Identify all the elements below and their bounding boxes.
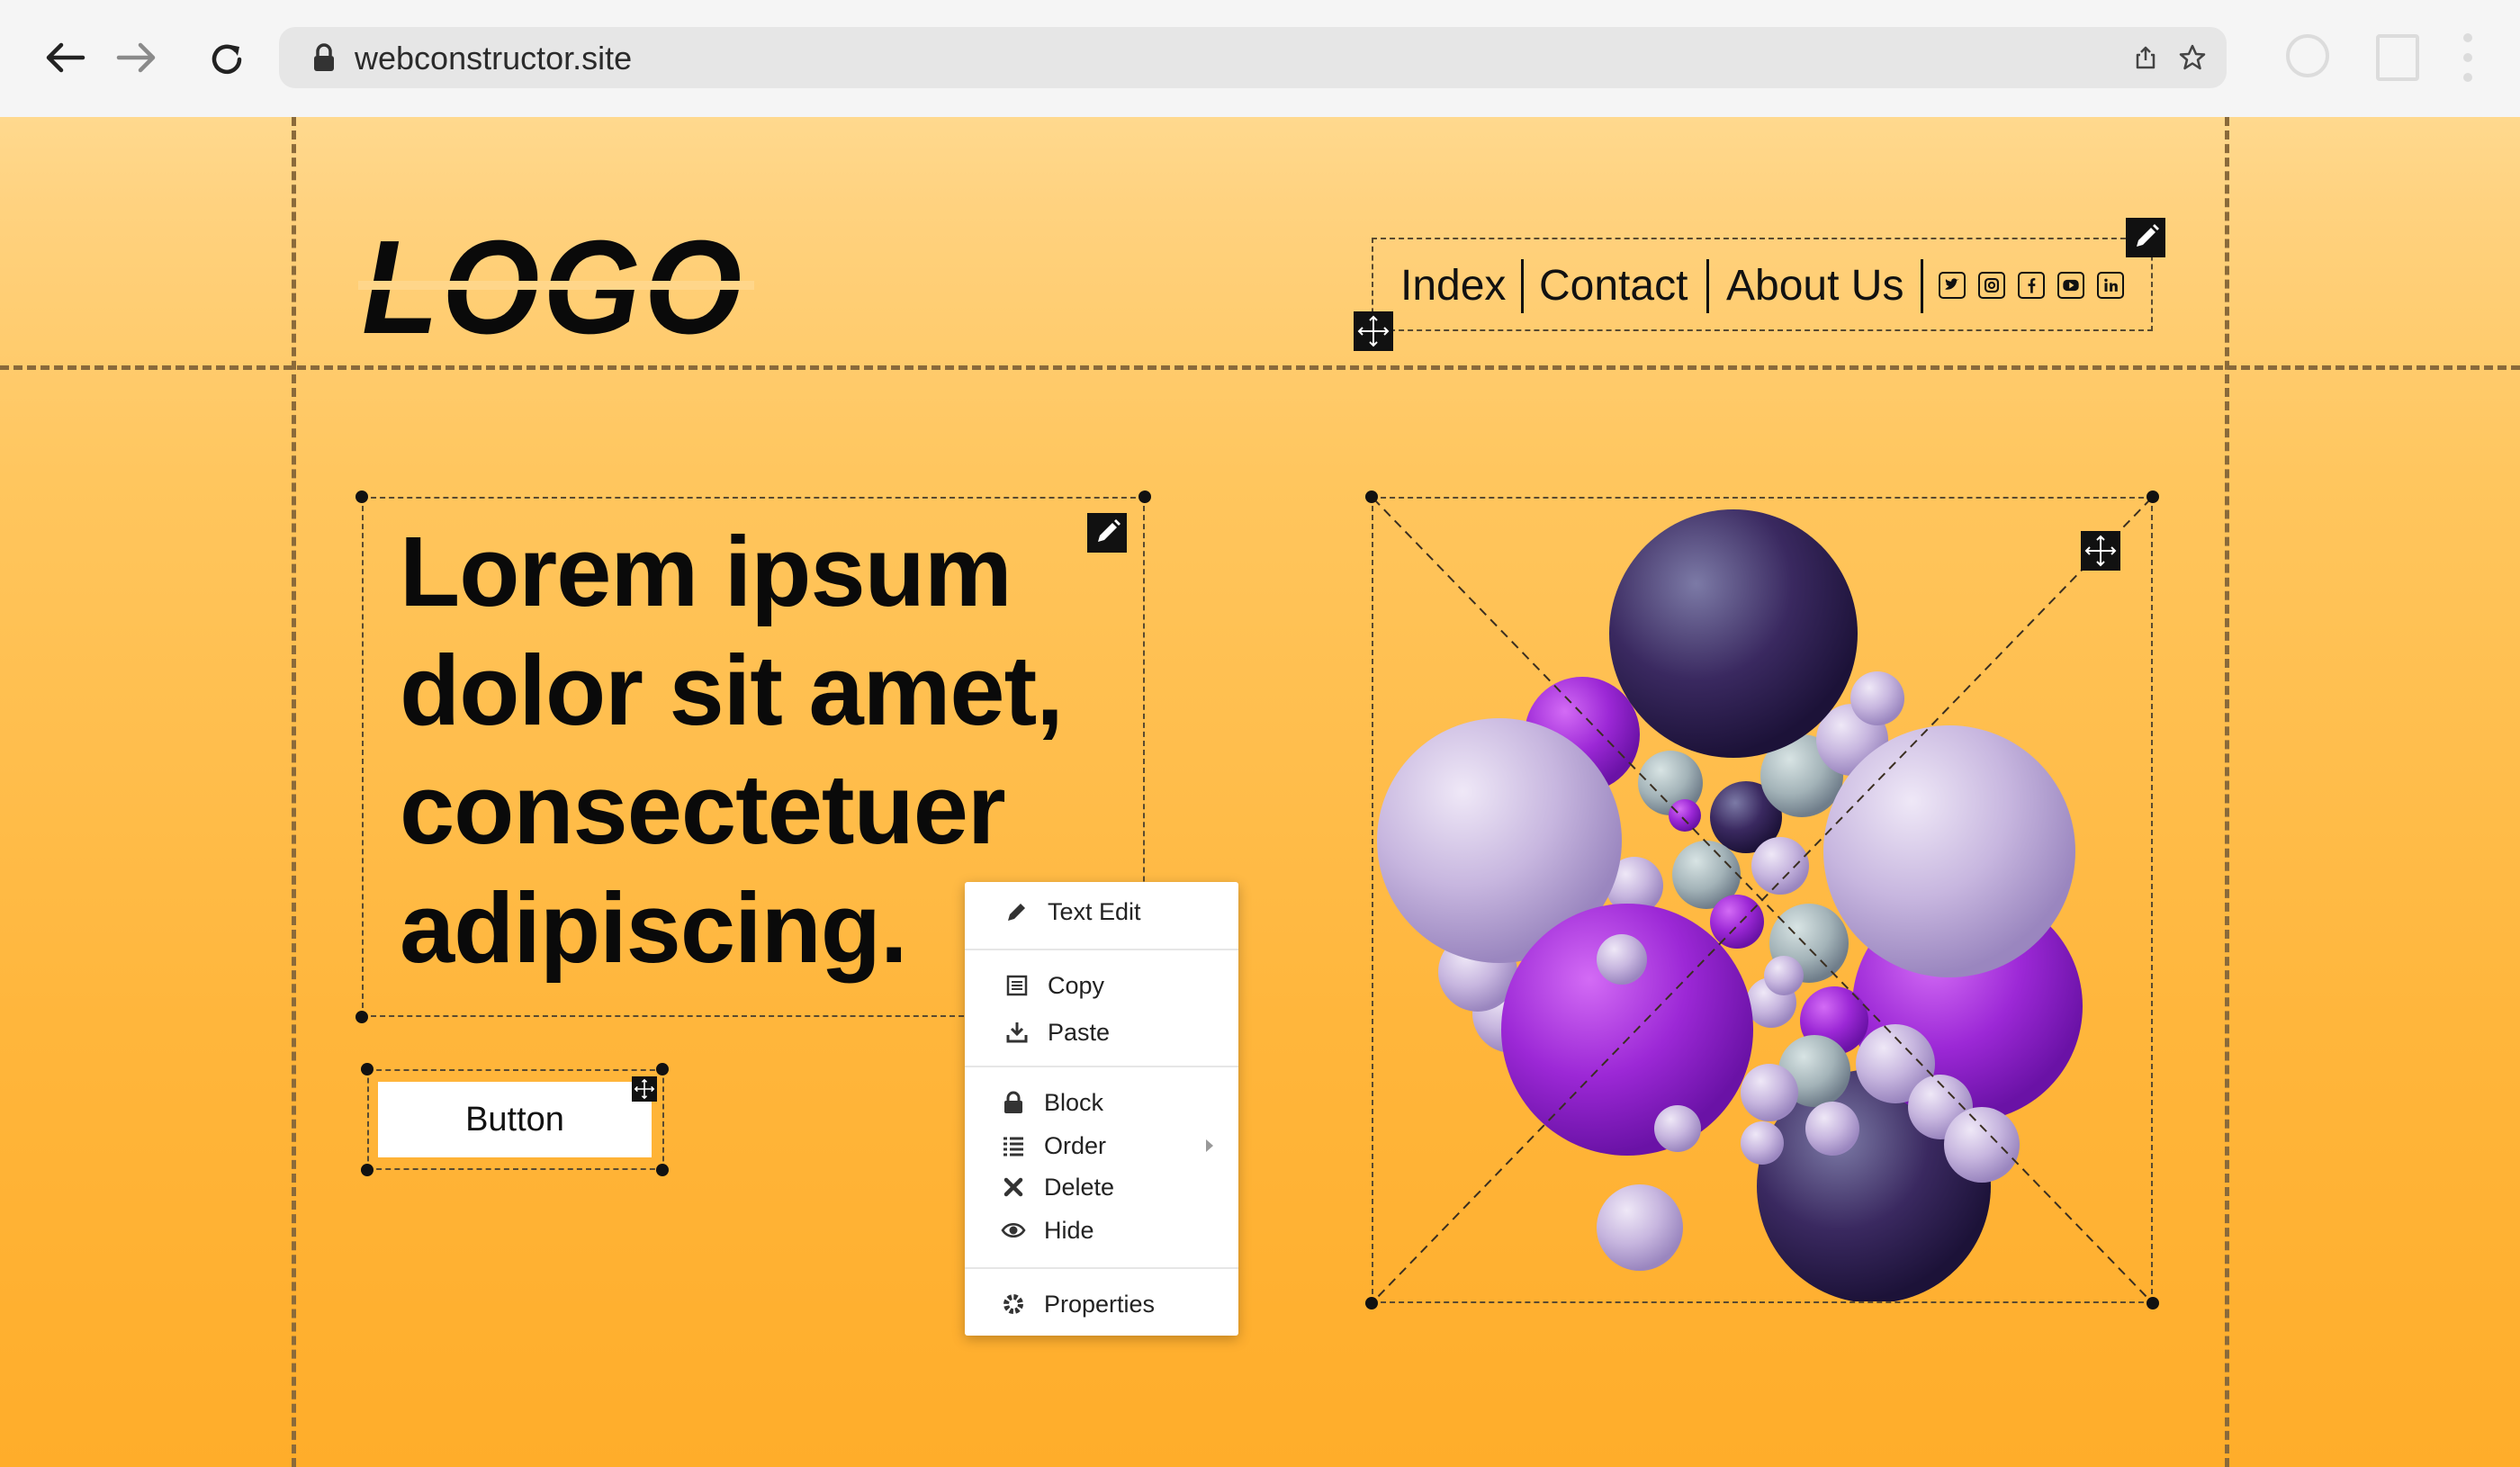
reload-icon	[212, 44, 242, 75]
arrow-right-icon	[116, 42, 156, 73]
lock-icon	[1001, 1090, 1026, 1115]
copy-icon	[1004, 973, 1030, 998]
menu-separator	[965, 1066, 1238, 1067]
browser-bar: webconstructor.site	[0, 0, 2520, 175]
youtube-icon[interactable]	[2057, 272, 2084, 299]
resize-dot[interactable]	[356, 1011, 368, 1023]
nav-item-contact[interactable]: Contact	[1539, 261, 1688, 310]
move-icon	[2084, 535, 2117, 567]
resize-dot[interactable]	[656, 1164, 669, 1176]
profile-button[interactable]	[2286, 34, 2329, 77]
instagram-icon[interactable]	[1978, 272, 2005, 299]
menu-item-order[interactable]: Order	[965, 1123, 1238, 1168]
menu-item-label: Text Edit	[1048, 898, 1141, 925]
resize-dot[interactable]	[1138, 490, 1151, 503]
move-icon	[634, 1078, 655, 1100]
chevron-right-icon	[1206, 1139, 1213, 1152]
menu-item-label: Block	[1044, 1089, 1104, 1116]
demo-button[interactable]: Button	[378, 1082, 652, 1157]
pencil-icon	[2137, 224, 2159, 247]
resize-dot[interactable]	[356, 490, 368, 503]
image-move-handle[interactable]	[2081, 531, 2120, 571]
move-icon	[1357, 315, 1390, 347]
x-icon	[1001, 1174, 1026, 1200]
menu-item-label: Copy	[1048, 972, 1105, 999]
nav-item-index[interactable]: Index	[1400, 261, 1506, 310]
menu-item-paste[interactable]: Paste	[965, 1010, 1238, 1055]
twitter-icon[interactable]	[1939, 272, 1966, 299]
paste-icon	[1004, 1020, 1030, 1045]
menu-separator	[965, 949, 1238, 950]
star-icon[interactable]	[2178, 43, 2207, 72]
facebook-icon[interactable]	[2018, 272, 2045, 299]
menu-item-copy[interactable]: Copy	[965, 963, 1238, 1008]
spheres-image	[1373, 499, 2151, 1301]
menu-item-label: Paste	[1048, 1019, 1111, 1046]
menu-item-properties[interactable]: Properties	[965, 1282, 1238, 1327]
menu-item-delete[interactable]: Delete	[965, 1165, 1238, 1210]
hero-line: dolor sit amet,	[400, 635, 1064, 746]
site-logo[interactable]: LOGO	[358, 223, 754, 349]
button-move-handle[interactable]	[632, 1076, 657, 1102]
nav-edit-handle[interactable]	[2126, 218, 2165, 257]
menu-item-hide[interactable]: Hide	[965, 1208, 1238, 1253]
more-menu-icon[interactable]	[2459, 31, 2477, 85]
lock-icon	[314, 43, 334, 71]
site-header-area	[0, 117, 2520, 207]
resize-dot[interactable]	[656, 1063, 669, 1076]
address-bar[interactable]: webconstructor.site	[279, 27, 2227, 88]
resize-dot[interactable]	[361, 1063, 374, 1076]
header-divider-guide	[0, 365, 2520, 370]
image-frame[interactable]	[1372, 497, 2153, 1303]
nav-divider	[1706, 259, 1709, 313]
reload-button[interactable]	[202, 32, 252, 83]
text-edit-handle[interactable]	[1087, 513, 1127, 553]
layout-guide-right	[2225, 117, 2229, 1467]
menu-item-label: Hide	[1044, 1217, 1094, 1244]
menu-separator	[965, 1267, 1238, 1269]
url-text[interactable]: webconstructor.site	[355, 40, 632, 77]
nav-move-handle[interactable]	[1354, 311, 1393, 351]
arrow-left-icon	[46, 42, 86, 73]
tab-switcher-button[interactable]	[2376, 34, 2419, 81]
menu-item-block[interactable]: Block	[965, 1080, 1238, 1125]
gear-icon	[1001, 1292, 1026, 1317]
pencil-icon	[1098, 519, 1120, 542]
nav-divider	[1521, 259, 1524, 313]
forward-button[interactable]	[112, 32, 162, 83]
resize-dot[interactable]	[2146, 1297, 2159, 1310]
layout-guide-left	[292, 117, 296, 1467]
menu-item-label: Properties	[1044, 1291, 1156, 1318]
list-icon	[1001, 1133, 1026, 1158]
eye-icon	[1001, 1218, 1026, 1243]
resize-dot[interactable]	[361, 1164, 374, 1176]
menu-item-label: Order	[1044, 1132, 1107, 1159]
linkedin-icon[interactable]	[2097, 272, 2124, 299]
context-menu: Text Edit Copy Paste Block Order Delete	[965, 882, 1238, 1336]
nav-divider	[1921, 259, 1923, 313]
hero-line: Lorem ipsum	[400, 517, 1012, 627]
pencil-icon	[1004, 899, 1030, 924]
resize-dot[interactable]	[2146, 490, 2159, 503]
menu-item-text-edit[interactable]: Text Edit	[965, 889, 1238, 934]
resize-dot[interactable]	[1365, 1297, 1378, 1310]
site-navigation[interactable]: Index Contact About Us	[1372, 238, 2153, 331]
resize-dot[interactable]	[1365, 490, 1378, 503]
logo-graphic: LOGO	[358, 223, 754, 349]
menu-item-label: Delete	[1044, 1174, 1115, 1201]
back-button[interactable]	[40, 32, 90, 83]
hero-line: consectetuer	[400, 754, 1006, 865]
share-icon[interactable]	[2133, 45, 2158, 70]
nav-item-about-us[interactable]: About Us	[1726, 261, 1904, 310]
